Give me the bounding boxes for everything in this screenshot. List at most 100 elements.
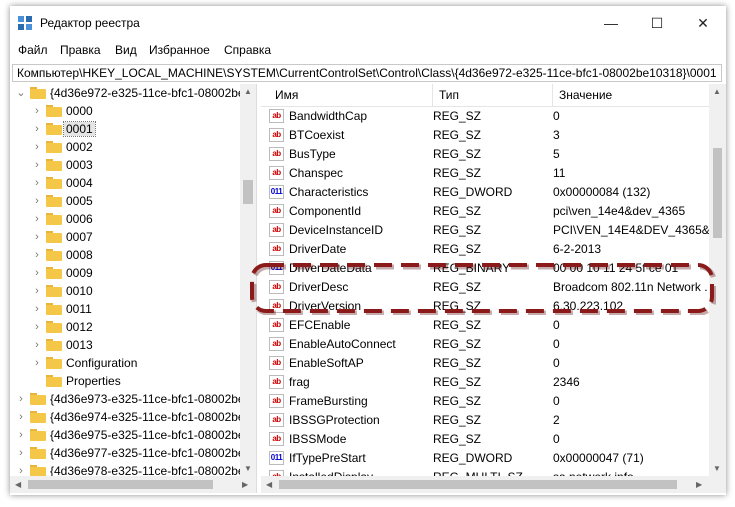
value-row[interactable]: ab FrameBursting REG_SZ 0 (261, 392, 709, 411)
chevron-right-icon[interactable]: › (32, 158, 42, 172)
scroll-right-arrow-icon[interactable]: ▶ (696, 480, 702, 489)
address-bar[interactable]: Компьютер\HKEY_LOCAL_MACHINE\SYSTEM\Curr… (12, 64, 722, 82)
chevron-right-icon[interactable]: › (32, 320, 42, 334)
menu-file[interactable]: Файл (18, 43, 48, 57)
value-row[interactable]: ab BusType REG_SZ 5 (261, 145, 709, 164)
tree-node[interactable]: › 0000 (10, 102, 240, 120)
menu-view[interactable]: Вид (115, 43, 137, 57)
tree-vertical-scrollbar[interactable]: ▲ ▼ (240, 84, 256, 476)
tree-node-label: {4d36e978-e325-11ce-bfc1-08002be1 (50, 464, 252, 476)
tree-node[interactable]: › 0013 (10, 336, 240, 354)
tree-node[interactable]: ⌄ {4d36e972-e325-11ce-bfc1-08002be1 (10, 84, 251, 102)
list-horizontal-scrollbar[interactable]: ◀ ▶ (261, 476, 709, 493)
chevron-right-icon[interactable]: › (16, 410, 26, 424)
scroll-thumb[interactable] (713, 148, 722, 238)
chevron-right-icon[interactable]: › (32, 248, 42, 262)
value-row[interactable]: ab BandwidthCap REG_SZ 0 (261, 107, 709, 126)
menu-favorites[interactable]: Избранное (149, 43, 210, 57)
column-type[interactable]: Тип (433, 84, 553, 106)
tree-node-label: {4d36e974-e325-11ce-bfc1-08002be1 (50, 410, 252, 424)
value-data: 0 (553, 394, 560, 408)
value-row[interactable]: ab DriverVersion REG_SZ 6.30.223.102 (261, 297, 709, 316)
value-type: REG_SZ (433, 413, 482, 427)
chevron-right-icon[interactable]: › (16, 392, 26, 406)
value-row[interactable]: ab DriverDate REG_SZ 6-2-2013 (261, 240, 709, 259)
chevron-right-icon[interactable]: › (16, 446, 26, 460)
chevron-right-icon[interactable]: › (32, 338, 42, 352)
value-row[interactable]: 011 IfTypePreStart REG_DWORD 0x00000047 (71… (261, 449, 709, 468)
list-vertical-scrollbar[interactable]: ▲ ▼ (709, 84, 726, 476)
chevron-right-icon[interactable]: › (32, 176, 42, 190)
scroll-left-arrow-icon[interactable]: ◀ (266, 480, 272, 489)
value-row[interactable]: 011 Characteristics REG_DWORD 0x00000084 (1… (261, 183, 709, 202)
chevron-right-icon[interactable]: › (32, 356, 42, 370)
scroll-up-arrow-icon[interactable]: ▲ (713, 87, 721, 96)
tree-node[interactable]: › 0003 (10, 156, 240, 174)
scroll-up-arrow-icon[interactable]: ▲ (244, 87, 252, 96)
value-row[interactable]: ab EFCEnable REG_SZ 0 (261, 316, 709, 335)
address-path[interactable]: Компьютер\HKEY_LOCAL_MACHINE\SYSTEM\Curr… (17, 66, 717, 80)
value-row[interactable]: ab ComponentId REG_SZ pci\ven_14e4&dev_4365 (261, 202, 709, 221)
title-bar[interactable]: Редактор реестра — ☐ ✕ (10, 6, 726, 40)
close-button[interactable]: ✕ (680, 6, 726, 40)
scroll-down-arrow-icon[interactable]: ▼ (244, 464, 252, 473)
tree-node[interactable]: › {4d36e978-e325-11ce-bfc1-08002be1 (10, 462, 251, 476)
value-row[interactable]: 011 DriverDateData REG_BINARY 00 00 10 11 2… (261, 259, 709, 278)
scroll-thumb[interactable] (243, 180, 253, 204)
scroll-thumb[interactable] (279, 480, 677, 489)
menu-edit[interactable]: Правка (60, 43, 101, 57)
value-row[interactable]: ab Chanspec REG_SZ 11 (261, 164, 709, 183)
chevron-right-icon[interactable]: › (16, 428, 26, 442)
value-row[interactable]: abInstalledDisplayREG_MULTI_SZsa netwerk… (261, 468, 709, 476)
value-name: EnableAutoConnect (289, 337, 396, 351)
chevron-right-icon[interactable]: › (32, 230, 42, 244)
value-row[interactable]: ab EnableAutoConnect REG_SZ 0 (261, 335, 709, 354)
tree-node[interactable]: › 0010 (10, 282, 240, 300)
menu-help[interactable]: Справка (224, 43, 271, 57)
minimize-button[interactable]: — (588, 6, 634, 40)
tree-node[interactable]: › 0008 (10, 246, 240, 264)
folder-icon (46, 105, 62, 117)
tree-node[interactable]: › 0007 (10, 228, 240, 246)
tree-node[interactable]: › 0006 (10, 210, 240, 228)
chevron-right-icon[interactable]: › (32, 122, 42, 136)
value-row[interactable]: ab frag REG_SZ 2346 (261, 373, 709, 392)
value-row[interactable]: ab DriverDesc REG_SZ Broadcom 802.11n Netwo… (261, 278, 709, 297)
chevron-right-icon[interactable]: › (16, 464, 26, 476)
column-value[interactable]: Значение (553, 84, 709, 106)
tree-node[interactable]: › {4d36e975-e325-11ce-bfc1-08002be1 (10, 426, 251, 444)
chevron-right-icon[interactable]: › (32, 266, 42, 280)
tree-node[interactable]: › {4d36e977-e325-11ce-bfc1-08002be1 (10, 444, 251, 462)
value-row[interactable]: ab IBSSMode REG_SZ 0 (261, 430, 709, 449)
value-name: EFCEnable (289, 318, 351, 332)
chevron-right-icon[interactable]: › (32, 212, 42, 226)
tree-node[interactable]: › 0005 (10, 192, 240, 210)
tree-node[interactable]: Properties (10, 372, 240, 390)
maximize-button[interactable]: ☐ (634, 6, 680, 40)
chevron-right-icon[interactable]: › (32, 284, 42, 298)
chevron-right-icon[interactable]: › (32, 104, 42, 118)
chevron-right-icon[interactable]: › (32, 140, 42, 154)
chevron-down-icon[interactable]: ⌄ (16, 86, 26, 100)
column-name[interactable]: Имя (269, 84, 433, 106)
tree-node[interactable]: › {4d36e974-e325-11ce-bfc1-08002be1 (10, 408, 251, 426)
value-row[interactable]: ab IBSSGProtection REG_SZ 2 (261, 411, 709, 430)
tree-node[interactable]: › Configuration (10, 354, 240, 372)
value-row[interactable]: ab EnableSoftAP REG_SZ 0 (261, 354, 709, 373)
chevron-right-icon[interactable]: › (32, 302, 42, 316)
tree-node[interactable]: › {4d36e973-e325-11ce-bfc1-08002be1 (10, 390, 251, 408)
tree-node[interactable]: › 0012 (10, 318, 240, 336)
tree-node[interactable]: › 0001 (10, 120, 240, 138)
tree-horizontal-scrollbar[interactable]: ◀ ▶ (10, 476, 256, 493)
scroll-down-arrow-icon[interactable]: ▼ (713, 464, 721, 473)
value-row[interactable]: ab DeviceInstanceID REG_SZ PCI\VEN_14E4&DEV… (261, 221, 709, 240)
scroll-left-arrow-icon[interactable]: ◀ (15, 480, 21, 489)
scroll-thumb[interactable] (28, 480, 213, 489)
chevron-right-icon[interactable]: › (32, 194, 42, 208)
value-row[interactable]: ab BTCoexist REG_SZ 3 (261, 126, 709, 145)
tree-node[interactable]: › 0002 (10, 138, 240, 156)
tree-node[interactable]: › 0009 (10, 264, 240, 282)
tree-node[interactable]: › 0004 (10, 174, 240, 192)
tree-node[interactable]: › 0011 (10, 300, 240, 318)
scroll-right-arrow-icon[interactable]: ▶ (242, 480, 248, 489)
